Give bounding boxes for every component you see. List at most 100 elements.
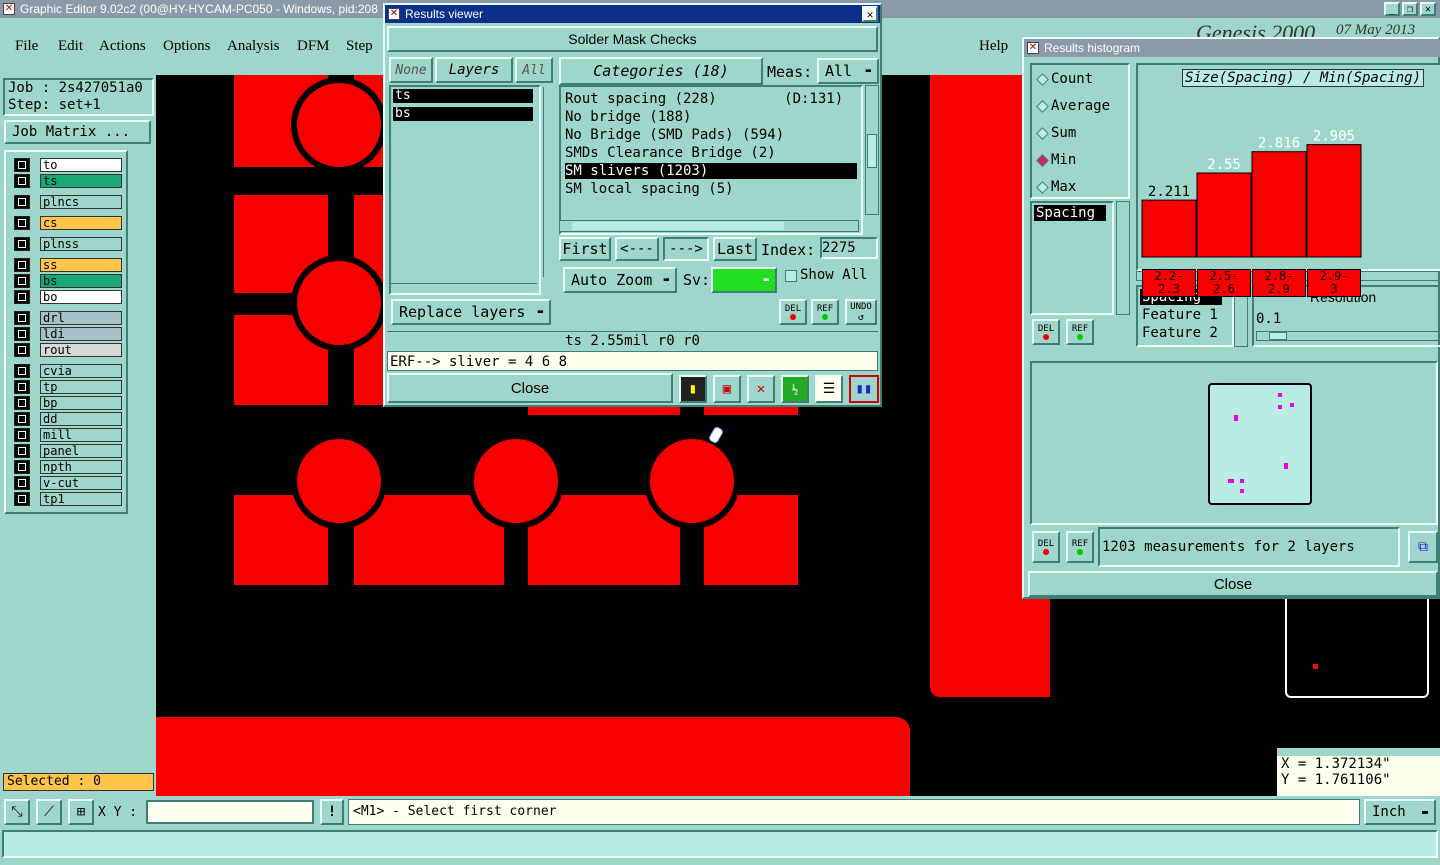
job-matrix-button[interactable]: Job Matrix ... [4, 120, 151, 144]
layer-item-v-cut[interactable]: v-cut [40, 476, 122, 490]
last-button[interactable]: Last [713, 237, 757, 261]
auto-zoom-select[interactable]: Auto Zoom ▬ [563, 267, 677, 293]
del-button[interactable]: DEL [779, 299, 807, 325]
layer-checkbox[interactable] [14, 412, 30, 426]
layer-checkbox[interactable] [14, 380, 30, 394]
layer-item-tp1[interactable]: tp1 [40, 492, 122, 506]
highlight-tool-icon[interactable]: ▮ [679, 375, 707, 403]
option-min[interactable]: Min [1036, 152, 1076, 168]
layer-item-ts[interactable]: ts [40, 174, 122, 188]
categories-button[interactable]: Categories (18) [559, 57, 763, 85]
replace-layers-select[interactable]: Replace layers ▬ [391, 299, 551, 325]
option-max[interactable]: Max [1036, 179, 1076, 195]
category-item[interactable]: SMDs Clearance Bridge (2) [565, 145, 776, 161]
category-scrollbar[interactable] [865, 85, 879, 215]
option-sum[interactable]: Sum [1036, 125, 1076, 141]
units-select[interactable]: Inch ▬ [1364, 799, 1436, 825]
command-line[interactable] [2, 830, 1438, 858]
histogram-bar[interactable] [1196, 172, 1252, 258]
layer-checkbox[interactable] [14, 237, 30, 251]
measure-icon[interactable]: ⟋ [36, 799, 62, 825]
undo-button[interactable]: UNDO ↺ [845, 299, 877, 325]
histogram-bar[interactable] [1141, 199, 1197, 258]
histogram-ref-button[interactable]: REF [1066, 319, 1094, 345]
all-button[interactable]: All [515, 57, 553, 83]
grid-icon[interactable]: ⊞ [68, 799, 94, 825]
menu-analysis[interactable]: Analysis [227, 38, 280, 55]
minimap[interactable] [1277, 598, 1440, 748]
menu-help[interactable]: Help [979, 38, 1008, 55]
results-viewer-close-icon[interactable]: ✕ [862, 6, 878, 22]
next-button[interactable]: ---> [663, 237, 709, 261]
show-all-checkbox[interactable] [785, 270, 797, 282]
layer-list-hscrollbar[interactable] [391, 283, 537, 293]
layer-checkbox[interactable] [14, 476, 30, 490]
minimize-icon[interactable]: _ [1384, 2, 1400, 16]
option-count[interactable]: Count [1036, 71, 1093, 87]
layer-item-rout[interactable]: rout [40, 343, 122, 357]
layer-item-ss[interactable]: ss [40, 258, 122, 272]
summary-del-button[interactable]: DEL [1032, 531, 1060, 563]
menu-options[interactable]: Options [163, 38, 211, 55]
layer-checkbox[interactable] [14, 396, 30, 410]
layer-item-bo[interactable]: bo [40, 290, 122, 304]
option-average[interactable]: Average [1036, 98, 1110, 114]
half-tool-icon[interactable]: ½ [781, 375, 809, 403]
histogram-export-icon[interactable]: ⧉ [1408, 531, 1438, 563]
layer-item-npth[interactable]: npth [40, 460, 122, 474]
layer-result-bs[interactable]: bs [393, 107, 533, 121]
ref-tool-icon[interactable]: ✕ [747, 375, 775, 403]
xy-input[interactable] [146, 800, 314, 824]
layer-item-to[interactable]: to [40, 158, 122, 172]
layer-item-mill[interactable]: mill [40, 428, 122, 442]
layer-item-drl[interactable]: drl [40, 311, 122, 325]
results-close-button[interactable]: Close [387, 373, 673, 403]
layer-checkbox[interactable] [14, 327, 30, 341]
resolution-slider[interactable] [1256, 331, 1440, 341]
layer-checkbox[interactable] [14, 364, 30, 378]
meas-select[interactable]: All ▬ [817, 58, 879, 84]
report-tool-icon[interactable]: ☰ [815, 375, 843, 403]
layer-checkbox[interactable] [14, 216, 30, 230]
none-button[interactable]: None [389, 57, 433, 83]
layers-button[interactable]: Layers [435, 57, 513, 83]
zoom-fit-icon[interactable]: ⤡ [4, 799, 30, 825]
layer-list-scrollbar[interactable] [543, 87, 555, 277]
layer-item-cs[interactable]: cs [40, 216, 122, 230]
sv-color-select[interactable]: ▬ [711, 267, 777, 293]
category-item-selected[interactable]: SM slivers (1203) [565, 163, 857, 179]
info-icon[interactable]: ! [320, 799, 344, 825]
menu-dfm[interactable]: DFM [297, 38, 330, 55]
layer-item-bs[interactable]: bs [40, 274, 122, 288]
menu-file[interactable]: File [15, 38, 38, 55]
layer-item-dd[interactable]: dd [40, 412, 122, 426]
layer-item-panel[interactable]: panel [40, 444, 122, 458]
layer-checkbox[interactable] [14, 460, 30, 474]
category-item[interactable]: SM local spacing (5) [565, 181, 734, 197]
layer-item-ldi[interactable]: ldi [40, 327, 122, 341]
field-feature2[interactable]: Feature 2 [1140, 325, 1230, 341]
layer-checkbox[interactable] [14, 428, 30, 442]
layer-checkbox[interactable] [14, 174, 30, 188]
field-feature1[interactable]: Feature 1 [1140, 307, 1230, 323]
histogram-del-button[interactable]: DEL [1032, 319, 1060, 345]
layer-item-bp[interactable]: bp [40, 396, 122, 410]
restore-icon[interactable]: ❐ [1402, 2, 1418, 16]
layer-checkbox[interactable] [14, 311, 30, 325]
layer-item-tp[interactable]: tp [40, 380, 122, 394]
layer-result-ts[interactable]: ts [393, 89, 533, 103]
field-item-selected[interactable]: Spacing [1034, 205, 1106, 221]
layer-item-plncs[interactable]: plncs [40, 195, 122, 209]
layer-checkbox[interactable] [14, 343, 30, 357]
index-input[interactable] [820, 237, 878, 259]
prev-button[interactable]: <--- [615, 237, 659, 261]
close-window-icon[interactable]: ✕ [1420, 2, 1436, 16]
category-item[interactable]: Rout spacing (228) (D:131) [565, 91, 843, 107]
menu-actions[interactable]: Actions [99, 38, 146, 55]
histogram-close-button[interactable]: Close [1028, 571, 1438, 597]
layer-checkbox[interactable] [14, 444, 30, 458]
layer-checkbox[interactable] [14, 158, 30, 172]
menu-edit[interactable]: Edit [58, 38, 83, 55]
layer-checkbox[interactable] [14, 290, 30, 304]
layer-checkbox[interactable] [14, 492, 30, 506]
